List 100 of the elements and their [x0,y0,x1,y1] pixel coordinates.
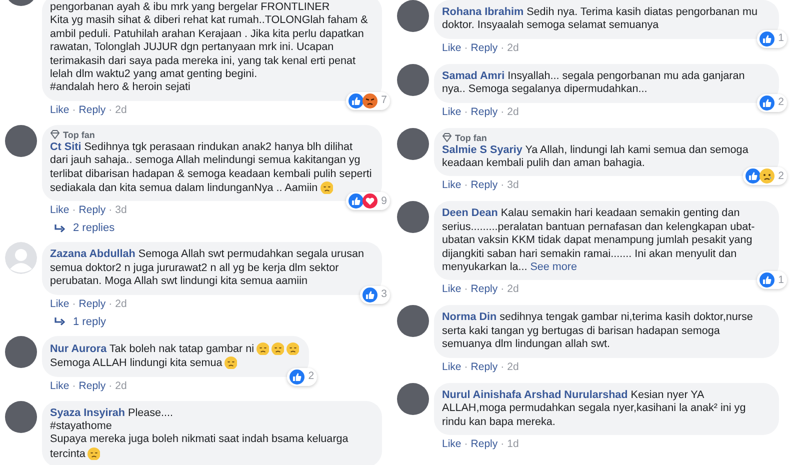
thumbs-up-icon [759,272,776,288]
reply-link[interactable]: Reply [470,40,498,55]
separator-dot: · [464,360,468,374]
comment-text: Norma Din sedihnya tengak gambar ni,terima kasih doktor,nurse serta kaki tangan yg bertugas di barisan hadapan semoga semuanya dlm lindungan allah swt. [442,311,754,352]
avatar-photo[interactable] [397,64,429,96]
author-name[interactable]: Nurul Ainishafa Arshad Nurularshad [442,388,628,401]
reply-link[interactable]: Reply [78,203,106,218]
separator-dot: · [464,436,468,451]
comment-text: Semoga ALLAH lindungi kita semua [50,356,300,370]
author-name[interactable]: Norma Din [442,311,497,324]
avatar-photo[interactable] [5,336,37,368]
like-link[interactable]: Like [442,360,462,374]
thumbs-up-icon [745,168,762,184]
reply-link[interactable]: Reply [78,378,106,392]
separator-dot: · [464,178,468,192]
separator-dot: · [108,296,112,311]
comment-text: #stayathome [50,420,113,434]
separator-dot: · [108,203,112,218]
author-name[interactable]: Deen Dean [442,207,498,220]
replies-link[interactable]: 1 reply [42,310,106,328]
reaction-count: 1 [778,274,784,288]
comment-text: Deen Dean Kalau semakin hari keadaan semakin genting dan serius.........peralatan bantuan pernafasan dan kelengkapan ubat-ubatan vaksin KKM tidak dapat menampung jumlah pesakit yang dijangkiti saban hari semakin ramai....... Ini akan menyulit dan menyukarkan la... See more [442,207,756,274]
diamond-icon [442,133,452,142]
comment-text: #andalah hero & heroin sejati [50,81,192,95]
separator-dot: · [500,104,504,119]
author-name[interactable]: Nur Aurora [50,342,107,355]
author-name[interactable]: Rohana Ibrahim [442,6,524,18]
like-link[interactable]: Like [50,378,70,392]
thumbs-up-icon [759,94,776,111]
comment-text: Kita yg masih sihat & diberi rehat kat rumah..TOLONGlah faham & ambil peduli. Patuhilah arahan Kerajaan . Jika kita perlu dapatkan rawatan, Tolonglah JUJUR dgn pertanyaan mrk ini. Ucapan terimakasih dari saya pada mereka ini, yang tak kenal erti penat lelah dlm waktu2 yang amat genting begini. [50,14,369,82]
author-name[interactable]: Salmie S Syariy [442,144,522,156]
thumbs-up-icon [759,30,776,47]
separator-dot: · [500,282,504,296]
top-fan-label: Top fan [63,128,95,141]
reply-arrow-icon [54,224,65,233]
like-link[interactable]: Like [50,203,70,218]
reply-link[interactable]: Reply [470,436,498,451]
sad-face-icon [759,168,776,184]
thumbs-up-icon [289,368,306,384]
separator-dot: · [464,40,468,55]
avatar-photo[interactable] [397,305,429,338]
separator-dot: · [108,102,112,117]
reply-link[interactable]: Reply [470,360,498,374]
avatar-photo[interactable] [5,400,37,432]
reaction-count: 9 [381,194,387,208]
avatar-photo[interactable] [5,124,37,157]
reaction-count: 1 [778,32,784,46]
see-more-link[interactable]: See more [530,261,578,274]
reply-link[interactable]: Reply [78,102,106,117]
reply-link[interactable]: Reply [470,178,498,192]
face-icon [87,446,100,460]
like-link[interactable]: Like [442,436,462,451]
separator-dot: · [108,378,112,392]
like-link[interactable]: Like [50,296,70,311]
author-name[interactable]: Ct Siti [50,140,82,153]
face-icon [224,356,238,370]
comment-text: Nurul Ainishafa Arshad Nurularshad Kesian nyer YA ALLAH,moga permudahkan segala nyer,kasihani la anak² ini yg rindu kan bapa mereka. [442,388,747,429]
like-link[interactable]: Like [442,40,462,55]
reaction-count: 3 [381,288,387,302]
author-name[interactable]: Zazana Abdullah [50,248,136,260]
comment-text: Rohana Ibrahim Sedih nya. Terima kasih diatas pengorbanan mu doktor. Insyaalah semoga selamat semuanya [442,6,758,33]
comment-text: Supaya mereka juga boleh nikmati saat indah bsama keluarga tercinta [50,433,350,462]
avatar-photo[interactable] [397,128,429,160]
like-link[interactable]: Like [442,178,462,192]
like-link[interactable]: Like [442,282,462,296]
comment-text: pengorbanan ayah & ibu mrk yang bergelar FRONTLINER [50,1,331,14]
separator-dot: · [500,360,504,374]
separator-dot: · [500,178,504,192]
separator-dot: · [72,296,76,311]
separator-dot: · [72,203,76,218]
reply-arrow-icon [54,317,65,326]
diamond-icon [50,130,60,140]
reaction-count: 2 [308,370,314,384]
reply-link[interactable]: Reply [470,282,498,296]
separator-dot: · [464,282,468,296]
face-icon [320,181,333,194]
like-link[interactable]: Like [50,102,70,117]
avatar-photo[interactable] [397,201,429,234]
reply-link[interactable]: Reply [78,296,106,311]
author-name[interactable]: Syaza Insyirah [50,406,126,418]
avatar-silhouette [5,242,37,274]
replies-link[interactable]: 2 replies [42,217,115,234]
separator-dot: · [72,102,76,117]
reaction-count: 2 [778,96,784,110]
reaction-count: 2 [778,170,784,184]
reply-link[interactable]: Reply [470,104,498,119]
comment-text: Samad Amri Insyallah... segala pengorbanan mu ada ganjaran nya.. Semoga segalanya dipermudahkan... [442,70,746,97]
face-icon [256,342,270,355]
author-name[interactable]: Samad Amri [442,70,505,82]
top-fan-label: Top fan [455,132,487,144]
like-link[interactable]: Like [442,104,462,119]
avatar-photo[interactable] [397,0,429,32]
thumbs-up-icon [362,286,378,303]
thumbs-up-icon [348,92,364,109]
avatar-photo[interactable] [397,382,429,415]
face-icon [286,342,300,355]
comment-text: Nur Aurora Tak boleh nak tatap gambar ni [50,342,300,356]
face-icon [271,342,284,355]
separator-dot: · [500,436,504,451]
thumbs-up-icon [348,193,364,210]
